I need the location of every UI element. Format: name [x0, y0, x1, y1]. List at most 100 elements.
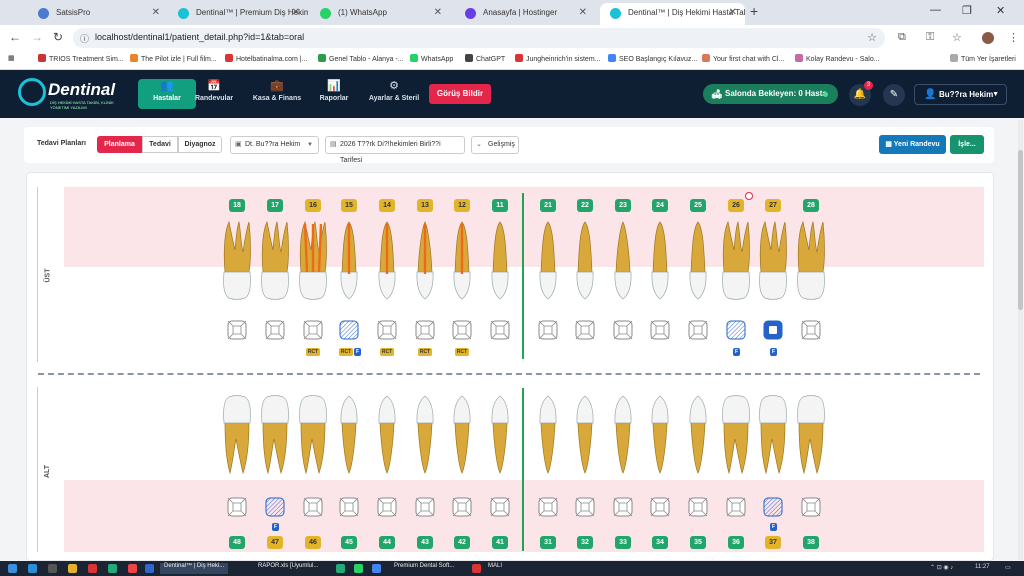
tooth-21[interactable] — [537, 220, 559, 303]
tooth-surface-46[interactable] — [302, 496, 324, 521]
tooth-13[interactable] — [414, 220, 436, 303]
tooth-number[interactable]: 16 — [305, 199, 321, 212]
tooth-surface-45[interactable] — [338, 496, 360, 521]
tooth-icon[interactable] — [376, 220, 398, 300]
tooth-surface-21[interactable] — [537, 319, 559, 344]
tooth-surface-icon[interactable] — [264, 496, 286, 518]
tooth-icon[interactable] — [414, 395, 436, 475]
tooth-icon[interactable] — [649, 395, 671, 475]
tooth-icon[interactable] — [687, 395, 709, 475]
bookmark[interactable]: Jungheinrich'in sistem... — [515, 54, 600, 63]
tooth-surface-13[interactable] — [414, 319, 436, 344]
back-icon[interactable]: ← — [9, 30, 21, 44]
taskbar-window[interactable]: RAPOR.xls [Uyumlul... — [258, 563, 318, 569]
tooth-surface-33[interactable] — [612, 496, 634, 521]
tooth-44[interactable] — [376, 395, 398, 478]
taskbar-app-icon[interactable] — [88, 564, 97, 573]
browser-tab[interactable]: (1) WhatsApp ✕ — [310, 3, 450, 25]
tooth-number[interactable]: 12 — [454, 199, 470, 212]
tooth-icon[interactable] — [537, 395, 559, 475]
tooth-surface-24[interactable] — [649, 319, 671, 344]
tooth-24[interactable] — [649, 220, 671, 303]
tooth-icon[interactable] — [338, 395, 360, 475]
tooth-surface-44[interactable] — [376, 496, 398, 521]
tooth-icon[interactable] — [757, 220, 789, 300]
tooth-34[interactable] — [649, 395, 671, 478]
tooth-46[interactable] — [297, 395, 329, 478]
tooth-26[interactable] — [720, 220, 752, 303]
bookmarks-icon[interactable]: ☆ — [952, 31, 962, 44]
tooth-36[interactable] — [720, 395, 752, 478]
user-menu[interactable]: 👤 Bu??ra Hekim ▼ — [914, 84, 1007, 105]
tooth-icon[interactable] — [720, 395, 752, 475]
tooth-surface-icon[interactable] — [649, 319, 671, 341]
tooth-43[interactable] — [414, 395, 436, 478]
browser-tab[interactable]: Anasayfa | Hostinger ✕ — [455, 3, 595, 25]
close-icon[interactable]: ✕ — [729, 3, 737, 23]
close-icon[interactable]: ✕ — [579, 3, 587, 23]
tooth-icon[interactable] — [720, 220, 752, 300]
tooth-surface-11[interactable] — [489, 319, 511, 344]
tooth-14[interactable] — [376, 220, 398, 303]
tooth-icon[interactable] — [757, 395, 789, 475]
close-icon[interactable]: ✕ — [434, 3, 442, 23]
tooth-icon[interactable] — [795, 395, 827, 475]
tooth-number[interactable]: 36 — [728, 536, 744, 549]
tooth-surface-icon[interactable] — [226, 496, 248, 518]
tooth-surface-icon[interactable] — [612, 319, 634, 341]
tooth-35[interactable] — [687, 395, 709, 478]
tooth-surface-icon[interactable] — [451, 496, 473, 518]
forward-icon[interactable]: → — [31, 30, 43, 44]
tooth-surface-icon[interactable] — [800, 496, 822, 518]
tooth-33[interactable] — [612, 395, 634, 478]
tooth-icon[interactable] — [537, 220, 559, 300]
browser-tab[interactable]: SatsisPro ✕ — [28, 3, 168, 25]
scrollbar-thumb[interactable] — [1018, 150, 1023, 310]
page-scrollbar[interactable] — [1018, 120, 1023, 560]
tooth-icon[interactable] — [451, 395, 473, 475]
tooth-surface-icon[interactable] — [264, 319, 286, 341]
tooth-number[interactable]: 47 — [267, 536, 283, 549]
edit-button[interactable]: ✎ — [883, 84, 905, 106]
tooth-number[interactable]: 33 — [615, 536, 631, 549]
tooth-icon[interactable] — [574, 395, 596, 475]
taskbar-window[interactable]: MALI — [488, 563, 502, 569]
tooth-icon[interactable] — [221, 395, 253, 475]
tooth-number[interactable]: 46 — [305, 536, 321, 549]
tooth-number[interactable]: 15 — [341, 199, 357, 212]
tooth-icon[interactable] — [259, 220, 291, 300]
tooth-icon[interactable] — [259, 395, 291, 475]
tooth-surface-28[interactable] — [800, 319, 822, 344]
taskbar-app-icon[interactable] — [128, 564, 137, 573]
tooth-surface-icon[interactable] — [414, 319, 436, 341]
tooth-surface-icon[interactable] — [451, 319, 473, 341]
tooth-surface-icon[interactable] — [574, 496, 596, 518]
tooth-surface-icon[interactable] — [302, 496, 324, 518]
tooth-16[interactable] — [297, 220, 329, 303]
tooth-surface-27[interactable] — [762, 319, 784, 344]
tooth-icon[interactable] — [376, 395, 398, 475]
all-bookmarks[interactable]: Tüm Yer İşaretleri — [950, 54, 1016, 63]
close-icon[interactable]: ✕ — [292, 3, 300, 23]
tooth-surface-icon[interactable] — [537, 496, 559, 518]
nav-ayarlar[interactable]: ⚙ Ayarlar & Steril — [364, 79, 424, 109]
tooth-icon[interactable] — [612, 395, 634, 475]
tooth-number[interactable]: 43 — [417, 536, 433, 549]
tooth-surface-16[interactable] — [302, 319, 324, 344]
tooth-icon[interactable] — [297, 220, 329, 300]
tooth-37[interactable] — [757, 395, 789, 478]
bookmark[interactable]: Genel Tablo - Alanya -... — [318, 54, 404, 63]
tooth-number[interactable]: 23 — [615, 199, 631, 212]
browser-tab-active[interactable]: Dentinal™ | Diş Hekimi Hasta Takip ✕ — [600, 3, 745, 25]
segment-tedavi[interactable]: Tedavi — [142, 136, 178, 153]
bookmark[interactable]: ChatGPT — [465, 54, 505, 63]
tooth-surface-icon[interactable] — [376, 319, 398, 341]
tooth-18[interactable] — [221, 220, 253, 303]
tooth-25[interactable] — [687, 220, 709, 303]
tooth-surface-icon[interactable] — [489, 496, 511, 518]
tooth-icon[interactable] — [451, 220, 473, 300]
tooth-17[interactable] — [259, 220, 291, 303]
bookmark[interactable]: Hotelbatinalma.com |... — [225, 54, 307, 63]
tooth-icon[interactable] — [297, 395, 329, 475]
tooth-number[interactable]: 14 — [379, 199, 395, 212]
